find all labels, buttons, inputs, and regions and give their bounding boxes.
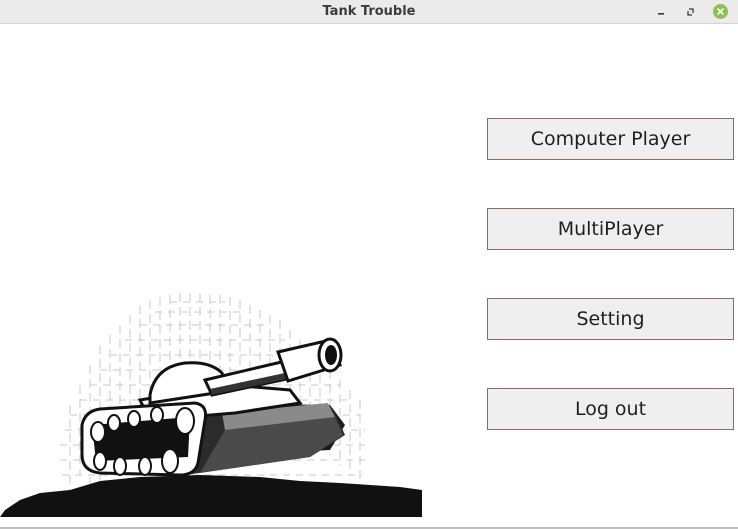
computer-player-button[interactable]: Computer Player bbox=[487, 118, 734, 160]
black-hill bbox=[0, 475, 422, 517]
minimize-icon bbox=[657, 12, 664, 15]
title-bar: Tank Trouble bbox=[0, 0, 738, 24]
tank-maze-illustration bbox=[0, 293, 422, 517]
minimize-button[interactable] bbox=[652, 3, 669, 20]
close-icon bbox=[713, 4, 728, 19]
restore-button[interactable] bbox=[682, 3, 699, 20]
multiplayer-button[interactable]: MultiPlayer bbox=[487, 208, 734, 250]
close-button[interactable] bbox=[712, 3, 729, 20]
window-title: Tank Trouble bbox=[322, 4, 416, 19]
restore-icon bbox=[686, 7, 694, 16]
setting-button[interactable]: Setting bbox=[487, 298, 734, 340]
log-out-button[interactable]: Log out bbox=[487, 388, 734, 430]
